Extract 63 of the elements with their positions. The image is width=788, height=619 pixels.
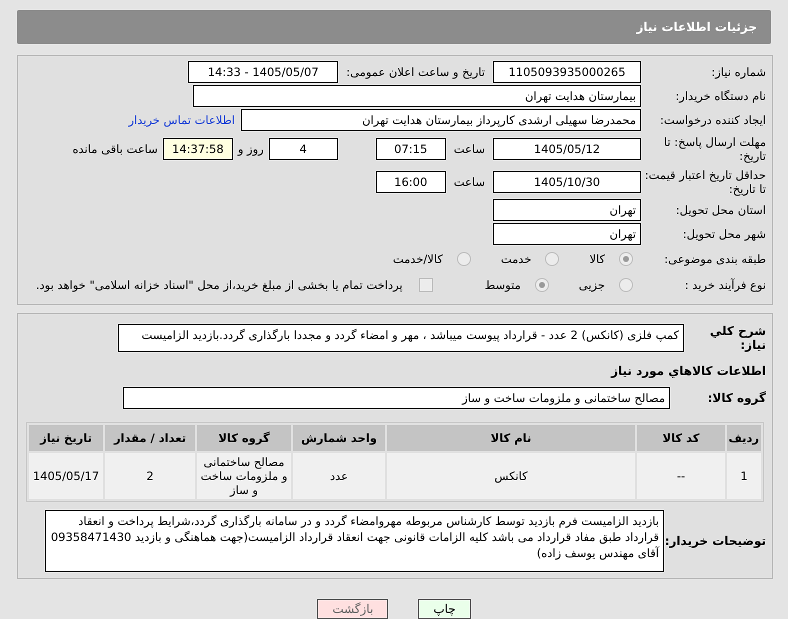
column-header: گروه کالا — [197, 425, 291, 451]
announce-date-field: 1405/05/07 - 14:33 — [188, 61, 338, 84]
column-header: تعداد / مقدار — [105, 425, 195, 451]
field-label: استان محل تحویل: — [674, 203, 767, 218]
section-heading: اطلاعات کالاهاي مورد نياز — [610, 364, 767, 378]
contact-link[interactable]: اطلاعات تماس خریدار — [128, 113, 235, 128]
days-field: 4 — [268, 138, 338, 160]
table-cell: کانکس — [387, 453, 635, 499]
radio-button[interactable] — [456, 252, 471, 266]
field-label: شماره نیاز: — [710, 65, 767, 80]
field-label: گروه کالا: — [706, 391, 767, 405]
field-label: توضیحات خریدار: — [664, 534, 767, 548]
need-number-field: 1105093935000265 — [493, 61, 641, 84]
province-field: تهران — [493, 199, 641, 222]
date-field: 1405/10/30 — [493, 171, 641, 194]
field-label: طبقه بندی موضوعی: — [663, 252, 767, 266]
column-header: کد کالا — [637, 425, 725, 451]
field-label: تاریخ و ساعت اعلان عمومی: — [346, 65, 485, 80]
field-label: شهر محل تحویل: — [682, 227, 767, 242]
time-field: 16:00 — [376, 171, 446, 194]
page-title: جزئیات اطلاعات نیاز — [17, 10, 771, 44]
field-label: شرح کلي نياز: — [708, 324, 767, 352]
column-header: ردیف — [727, 425, 761, 451]
column-header: نام کالا — [387, 425, 635, 451]
date-field: 1405/05/12 — [493, 138, 641, 160]
table-cell: مصالح ساختمانی و ملزومات ساخت و ساز — [197, 453, 291, 499]
field-label: مهلت ارسال پاسخ: تا تاریخ: — [662, 135, 767, 164]
field-label: حداقل تاریخ اعتبار قیمت: تا تاریخ: — [644, 168, 767, 196]
buyer-field: بیمارستان هدایت تهران — [193, 85, 641, 108]
radio-button[interactable] — [534, 278, 549, 292]
radio-label: خدمت — [500, 252, 532, 266]
field-label: نام دستگاه خریدار: — [674, 89, 767, 104]
table-cell: عدد — [293, 453, 385, 499]
radio-label: متوسط — [484, 278, 521, 292]
time-label: ساعت — [454, 142, 485, 156]
radio-button[interactable] — [619, 252, 633, 266]
radio-button[interactable] — [619, 278, 633, 292]
remaining-time-field: 14:37:58 — [162, 138, 233, 160]
print-button[interactable]: چاپ — [418, 599, 471, 619]
checkbox-label: پرداخت تمام یا بخشی از مبلغ خرید،از محل "اسناد خزانه اسلامی" خواهد بود. — [36, 278, 403, 292]
goods-group-field: مصالح ساختمانی و ملزومات ساخت و ساز — [123, 387, 670, 409]
field-label: ایجاد کننده درخواست: — [659, 113, 767, 128]
table-cell: -- — [637, 453, 725, 499]
checkbox[interactable] — [418, 278, 433, 292]
city-field: تهران — [493, 223, 641, 246]
radio-button[interactable] — [545, 252, 560, 266]
remaining-label: ساعت باقی مانده — [72, 142, 158, 156]
time-field: 07:15 — [376, 138, 446, 160]
column-header: واحد شمارش — [293, 425, 385, 451]
table-cell: 1405/05/17 — [29, 453, 103, 499]
radio-label: جزیی — [578, 278, 605, 292]
back-button[interactable]: بازگشت — [317, 599, 388, 619]
notes-field: بازدید الزامیست فرم بازدید توسط کارشناس مربوطه مهروامضاء گردد و در سامانه بارگذاری گردد،شرایط پرداخت و انعقاد قرارداد طبق مفاد قرارداد می باشد کلیه الزامات قانونی جهت انعقاد قرارداد الزامیست(جهت هماهنگی و بازدید 09358471430 آقای مهندس یوسف زاده) — [45, 510, 664, 572]
column-header: تاریخ نیاز — [29, 425, 103, 451]
radio-label: کالا/خدمت — [392, 252, 443, 266]
time-label: ساعت — [454, 175, 485, 190]
creator-field: محمدرضا سهیلی ارشدی کارپرداز بیمارستان هدایت تهران — [241, 109, 641, 132]
days-label: روز و — [238, 142, 264, 156]
radio-label: کالا — [589, 252, 605, 266]
summary-field: کمپ فلزی (کانکس) 2 عدد - قرارداد پیوست میباشد ، مهر و امضاء گردد و مجددا بارگذاری گردد.بازدید الزامیست — [118, 324, 684, 352]
field-label: نوع فرآیند خرید : — [684, 278, 767, 292]
table-cell: 1 — [727, 453, 761, 499]
table-cell: 2 — [105, 453, 195, 499]
